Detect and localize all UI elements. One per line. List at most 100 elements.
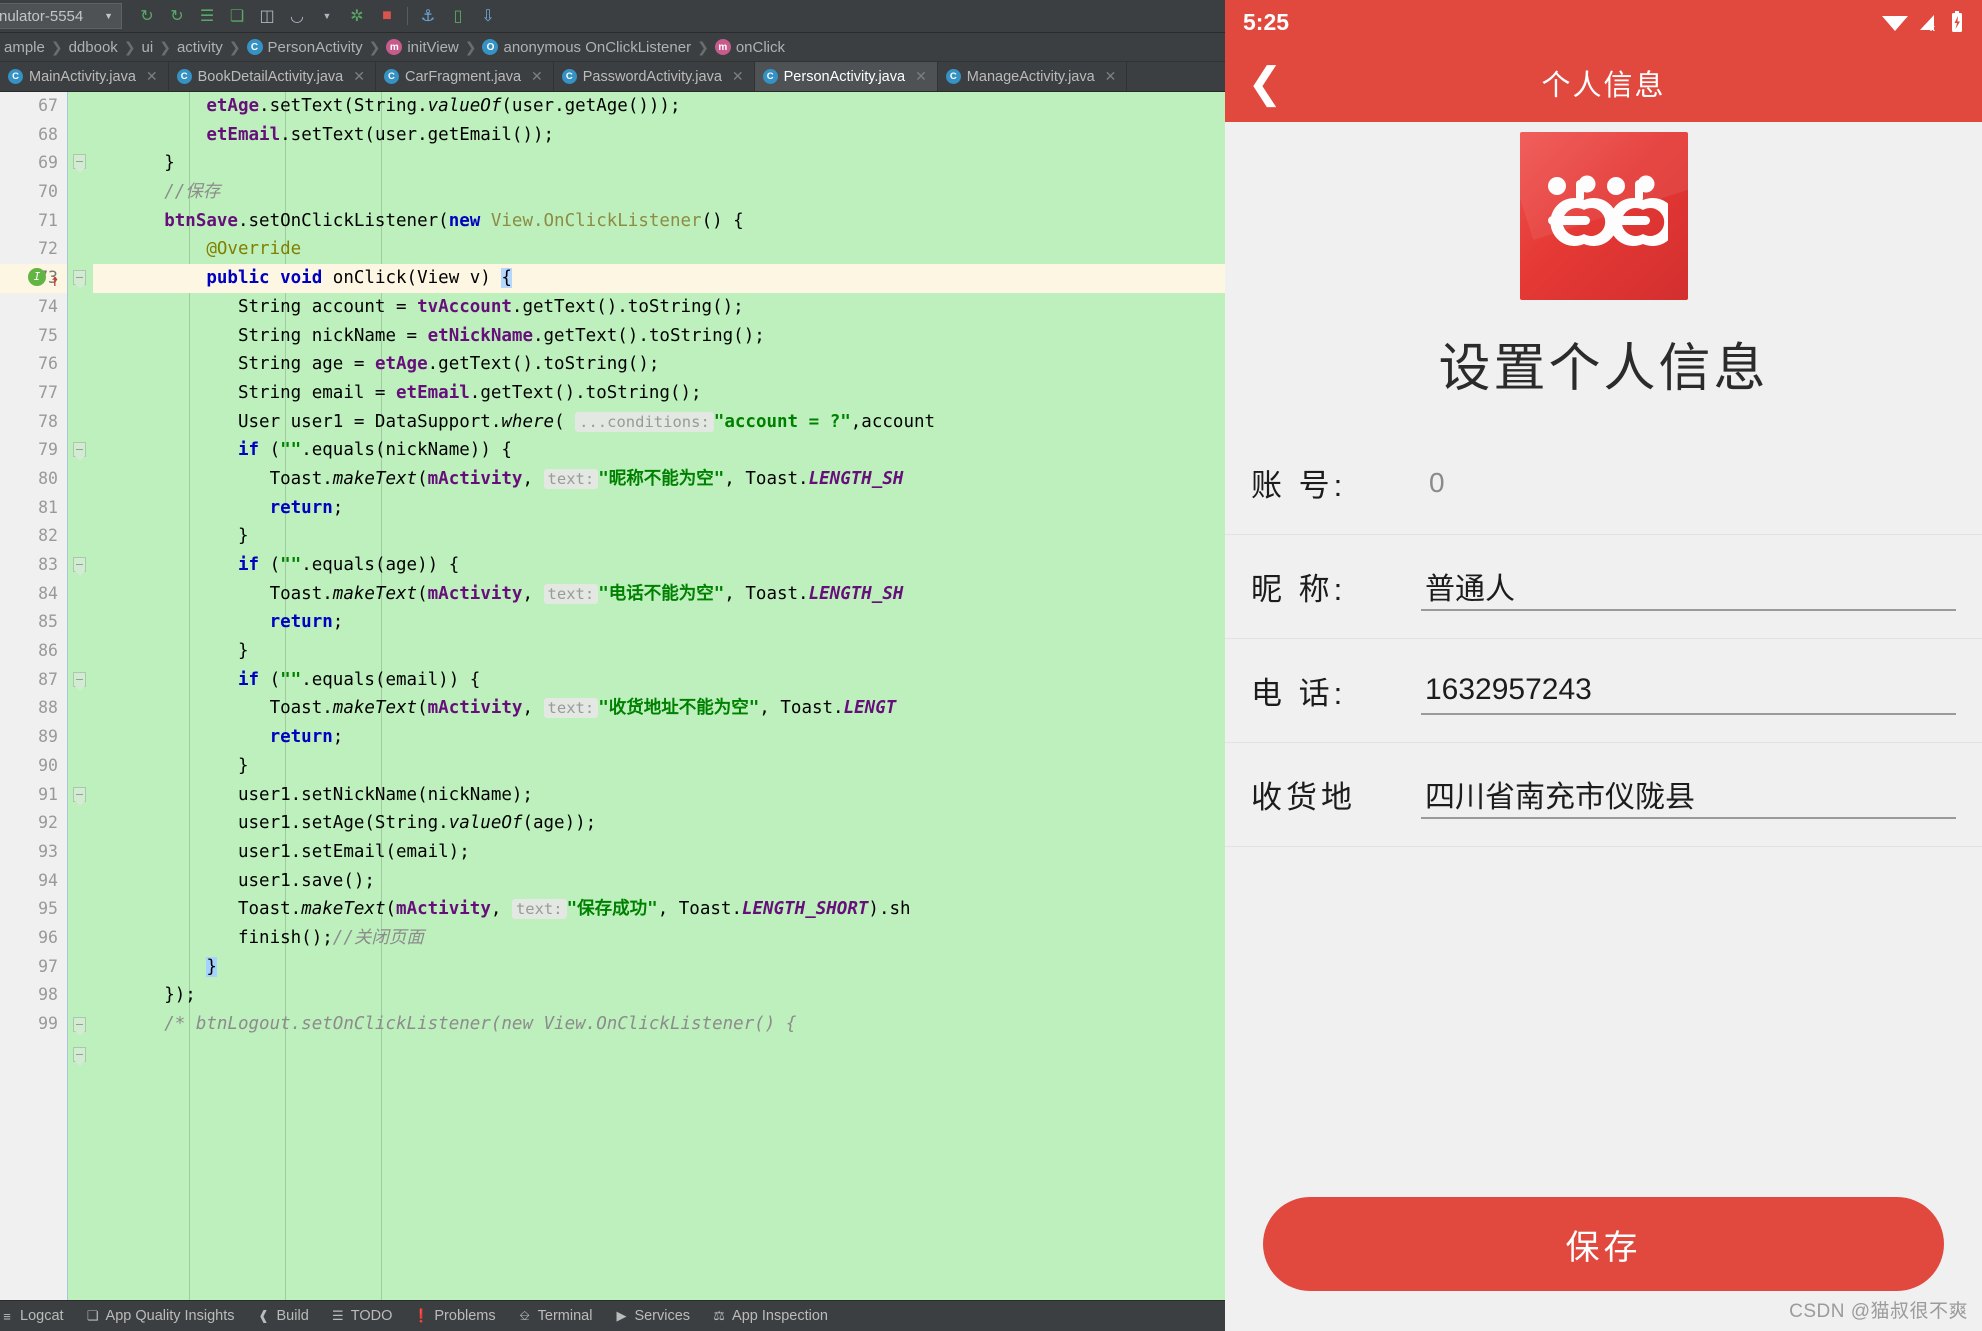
tool-label: Logcat xyxy=(20,1308,64,1324)
main-toolbar: nulator-5554 ▼ ↻ ↻ ☰ ❏ ◫ ◡ ▼ ✲ ■ ⚓ ▯ ⇩ xyxy=(0,0,1225,33)
tab-mainactivity[interactable]: C MainActivity.java ✕ xyxy=(0,62,169,91)
crumb-label: ddbook xyxy=(68,38,118,56)
fold-marker[interactable] xyxy=(73,154,86,173)
stop-icon[interactable]: ■ xyxy=(372,3,402,29)
debug-icon[interactable]: ❏ xyxy=(222,3,252,29)
fold-marker[interactable] xyxy=(73,557,86,576)
account-field-row: 账 号: 0 xyxy=(1225,431,1982,535)
line-number: 68 xyxy=(38,124,58,144)
crumb-sample[interactable]: ample xyxy=(0,39,49,56)
tab-label: ManageActivity.java xyxy=(966,68,1095,85)
phone-field-row: 电 话: xyxy=(1225,639,1982,743)
address-field-row: 收货地 xyxy=(1225,743,1982,847)
nickname-input[interactable] xyxy=(1421,562,1956,611)
code-text-area[interactable]: etAge.setText(String.valueOf(user.getAge… xyxy=(93,92,1225,1300)
line-number: 94 xyxy=(38,870,58,890)
close-icon[interactable]: ✕ xyxy=(531,68,543,85)
device-selector[interactable]: nulator-5554 ▼ xyxy=(0,3,122,29)
tool-logcat[interactable]: ≡ Logcat xyxy=(0,1308,75,1324)
crumb-onclick[interactable]: m onClick xyxy=(711,39,789,56)
crumb-ddbook[interactable]: ddbook xyxy=(65,39,122,56)
fold-marker[interactable] xyxy=(73,442,86,461)
line-number: 95 xyxy=(38,899,58,919)
class-file-icon: C xyxy=(383,69,399,84)
class-file-icon: C xyxy=(8,69,23,84)
code-line-71: btnSave.setOnClickListener(new View.OnCl… xyxy=(101,210,744,231)
tab-bookdetailactivity[interactable]: C BookDetailActivity.java ✕ xyxy=(169,62,376,91)
tab-label: BookDetailActivity.java xyxy=(197,68,344,85)
dangdang-logo-glyph xyxy=(1547,175,1668,246)
tool-app-inspection[interactable]: ⚖ App Inspection xyxy=(701,1308,839,1324)
close-icon[interactable]: ✕ xyxy=(1105,68,1117,85)
run-icon[interactable]: ↻ xyxy=(132,3,162,29)
sdk-manager-icon[interactable]: ⇩ xyxy=(473,3,503,29)
tool-problems[interactable]: ❗ Problems xyxy=(403,1308,506,1324)
line-number: 79 xyxy=(38,440,58,460)
sync-gradle-icon[interactable]: ⚓ xyxy=(413,3,443,29)
ide-window: nulator-5554 ▼ ↻ ↻ ☰ ❏ ◫ ◡ ▼ ✲ ■ ⚓ ▯ ⇩ a… xyxy=(0,0,1225,1331)
breadcrumb-separator: ❯ xyxy=(228,38,241,55)
tool-terminal[interactable]: ⎒ Terminal xyxy=(507,1308,604,1324)
close-icon[interactable]: ✕ xyxy=(732,68,744,85)
tool-services[interactable]: ▶ Services xyxy=(603,1308,701,1324)
line-number: 96 xyxy=(38,927,58,947)
layout-inspector-icon[interactable]: ☰ xyxy=(192,3,222,29)
line-number: 80 xyxy=(38,468,58,488)
app-bar-title: 个人信息 xyxy=(1541,70,1666,102)
crumb-activity[interactable]: activity xyxy=(173,39,227,56)
code-line-75: String nickName = etNickName.getText().t… xyxy=(101,325,765,346)
run-gutter-arrow-icon[interactable]: ↑ xyxy=(50,267,60,296)
tool-app-quality-insights[interactable]: ❏ App Quality Insights xyxy=(75,1308,246,1324)
run-with-coverage-icon[interactable]: ↻ xyxy=(162,3,192,29)
tab-passwordactivity[interactable]: C PasswordActivity.java ✕ xyxy=(554,62,755,91)
code-line-97: } xyxy=(206,956,217,977)
editor-tabbar: C MainActivity.java ✕ C BookDetailActivi… xyxy=(0,62,1225,92)
method-badge-icon: m xyxy=(714,39,731,55)
param-hint-conditions: ...conditions: xyxy=(575,411,714,432)
fold-marker[interactable] xyxy=(73,270,86,289)
crumb-anonymous[interactable]: O anonymous OnClickListener xyxy=(478,39,695,56)
nickname-label: 昵 称: xyxy=(1251,572,1347,607)
code-editor[interactable]: 67 68 69 70 71 72 I ↑ 73 74 75 76 77 78 … xyxy=(0,92,1225,1300)
tab-carfragment[interactable]: C CarFragment.java ✕ xyxy=(376,62,554,91)
phone-label: 电 话: xyxy=(1251,676,1347,711)
crumb-initview[interactable]: m initView xyxy=(382,39,462,56)
code-line-98: }); xyxy=(101,985,196,1006)
fold-marker[interactable] xyxy=(73,787,86,806)
toast-phone-string: "电话不能为空" xyxy=(598,583,725,604)
tool-build[interactable]: ❰ Build xyxy=(246,1308,320,1324)
tab-manageactivity[interactable]: C ManageActivity.java ✕ xyxy=(938,62,1128,91)
tool-todo[interactable]: ☰ TODO xyxy=(320,1308,404,1324)
phone-input[interactable] xyxy=(1421,666,1956,715)
fold-marker[interactable] xyxy=(73,1017,86,1036)
logcat-icon: ≡ xyxy=(3,1308,11,1324)
avd-manager-icon[interactable]: ▯ xyxy=(443,3,473,29)
code-folding-gutter[interactable] xyxy=(68,92,93,1300)
profiler-icon[interactable]: ◡ xyxy=(282,3,312,29)
line-number: 99 xyxy=(38,1014,58,1033)
crumb-ui[interactable]: ui xyxy=(138,39,158,56)
code-line-89: return; xyxy=(101,727,344,748)
android-emulator-screen: 5:25 x ❮ 个人信息 设置个人信息 账 号: 0 昵 称: 普通人 电 话… xyxy=(1225,0,1982,1331)
save-button[interactable]: 保存 xyxy=(1263,1197,1944,1291)
fold-marker[interactable] xyxy=(73,672,86,691)
string-account-cond: "account = ?" xyxy=(713,411,851,432)
address-input[interactable] xyxy=(1421,770,1956,819)
profiler-dropdown-icon[interactable]: ▼ xyxy=(312,3,342,29)
run-anything-icon[interactable]: ✲ xyxy=(342,3,372,29)
attach-debugger-icon[interactable]: ◫ xyxy=(252,3,282,29)
crumb-personactivity[interactable]: C PersonActivity xyxy=(243,39,367,56)
code-line-72: @Override xyxy=(101,239,302,260)
inspection-badge-icon[interactable]: I xyxy=(28,268,46,287)
code-line-74: String account = tvAccount.getText().toS… xyxy=(101,296,744,317)
line-number: 85 xyxy=(38,612,58,632)
close-icon[interactable]: ✕ xyxy=(353,68,365,85)
line-number: 69 xyxy=(38,153,58,173)
close-icon[interactable]: ✕ xyxy=(146,68,158,85)
line-number: 88 xyxy=(38,698,58,718)
fold-marker[interactable] xyxy=(73,1047,86,1066)
battery-charging-icon xyxy=(1952,11,1962,32)
close-icon[interactable]: ✕ xyxy=(915,68,927,85)
tab-personactivity[interactable]: C PersonActivity.java ✕ xyxy=(754,62,938,91)
